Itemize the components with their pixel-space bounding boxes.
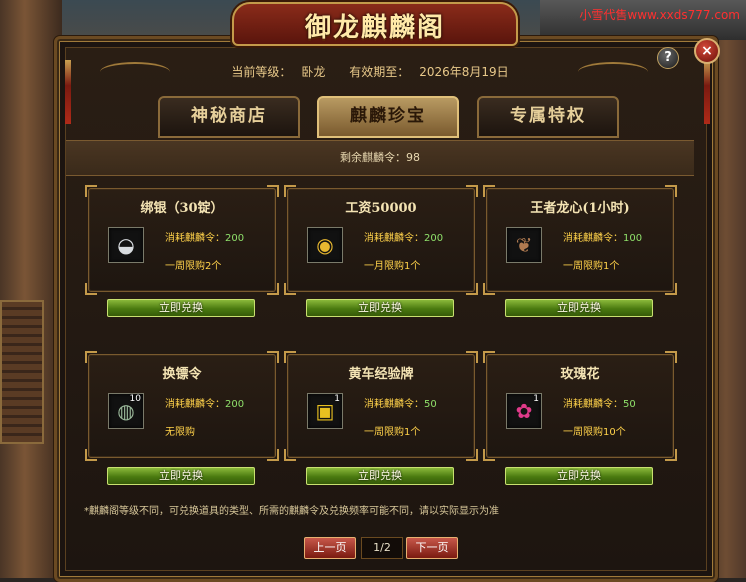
cost-value: 50 xyxy=(424,399,437,410)
redeem-button[interactable]: 立即兑换 xyxy=(306,467,454,485)
help-button[interactable]: ? xyxy=(657,47,679,69)
silver-ingot-icon[interactable]: ◒ xyxy=(108,227,144,263)
cost-value: 200 xyxy=(424,233,444,244)
cost-value: 200 xyxy=(225,233,245,244)
gold-coins-icon[interactable]: ◉ xyxy=(307,227,343,263)
item-quantity: 10 xyxy=(129,394,141,404)
close-button[interactable]: × xyxy=(694,38,720,64)
item-cost: 消耗麒麟令：200 xyxy=(165,395,244,410)
yellow-cart-icon[interactable]: ▣ 1 xyxy=(307,393,343,429)
item-limit: 无限购 xyxy=(165,427,195,438)
cost-value: 100 xyxy=(623,233,643,244)
item-cost: 消耗麒麟令：200 xyxy=(165,229,244,244)
title-plaque: 御龙麒麟阁 xyxy=(232,2,518,46)
level-label: 当前等级： xyxy=(231,65,292,79)
item-name: 换镖令 xyxy=(162,367,202,382)
item-cost: 消耗麒麟令：50 xyxy=(563,395,636,410)
prev-page-button[interactable]: 上一页 xyxy=(304,537,356,559)
item-card: 玫瑰花 ✿ 1 消耗麒麟令：50 一周限购10个 xyxy=(483,351,677,461)
membership-info: 当前等级： 卧龙 有效期至： 2026年8月19日 xyxy=(120,58,620,86)
redeem-button[interactable]: 立即兑换 xyxy=(505,467,653,485)
item-name: 工资50000 xyxy=(345,201,417,216)
item-cost: 消耗麒麟令：200 xyxy=(364,229,443,244)
tab-mystery-shop[interactable]: 神秘商店 xyxy=(158,96,300,138)
item-card: 绑银（30锭） ◒ 消耗麒麟令：200 一周限购2个 xyxy=(85,185,279,295)
page-indicator: 1/2 xyxy=(361,537,403,559)
item-name: 黄车经验牌 xyxy=(348,367,414,382)
item-name: 玫瑰花 xyxy=(560,367,600,382)
cost-value: 50 xyxy=(623,399,636,410)
tassel-left xyxy=(65,60,71,124)
redeem-button[interactable]: 立即兑换 xyxy=(306,299,454,317)
item-name: 王者龙心(1小时) xyxy=(530,201,630,216)
window-title: 御龙麒麟阁 xyxy=(304,13,445,43)
item-limit: 一月限购1个 xyxy=(364,261,421,272)
cost-label: 消耗麒麟令： xyxy=(563,233,623,244)
cost-label: 消耗麒麟令： xyxy=(165,399,225,410)
tassel-right xyxy=(704,60,710,124)
item-limit: 一周限购1个 xyxy=(563,261,620,272)
tab-exclusive-privileges[interactable]: 专属特权 xyxy=(477,96,619,138)
dragon-heart-icon[interactable]: ❦ xyxy=(506,227,542,263)
item-name: 绑银（30锭） xyxy=(140,201,224,216)
expiry-value: 2026年8月19日 xyxy=(419,65,509,79)
background-window-left xyxy=(0,300,44,444)
level-value: 卧龙 xyxy=(301,65,326,79)
tab-qilin-treasures[interactable]: 麒麟珍宝 xyxy=(317,96,459,138)
remaining-value: 98 xyxy=(406,151,420,164)
item-limit: 一周限购1个 xyxy=(364,427,421,438)
expiry-info: 有效期至： 2026年8月19日 xyxy=(344,65,513,79)
item-card: 黄车经验牌 ▣ 1 消耗麒麟令：50 一周限购1个 xyxy=(284,351,478,461)
watermark-text: 小雪代售www.xxds777.com xyxy=(579,8,740,22)
item-card: 工资50000 ◉ 消耗麒麟令：200 一月限购1个 xyxy=(284,185,478,295)
cost-label: 消耗麒麟令： xyxy=(364,399,424,410)
expiry-label: 有效期至： xyxy=(349,65,410,79)
escort-token-icon[interactable]: ◍ 10 xyxy=(108,393,144,429)
cost-value: 200 xyxy=(225,399,245,410)
item-limit: 一周限购10个 xyxy=(563,427,626,438)
redeem-button[interactable]: 立即兑换 xyxy=(107,299,255,317)
item-cost: 消耗麒麟令：100 xyxy=(563,229,642,244)
redeem-button[interactable]: 立即兑换 xyxy=(107,467,255,485)
rose-icon[interactable]: ✿ 1 xyxy=(506,393,542,429)
cost-label: 消耗麒麟令： xyxy=(364,233,424,244)
remaining-label: 剩余麒麟令： xyxy=(340,151,406,164)
item-quantity: 1 xyxy=(334,394,340,404)
disclaimer-note: *麒麟阁等级不同，可兑换道具的类型、所需的麒麟令及兑换频率可能不同，请以实际显示… xyxy=(84,506,499,517)
next-page-button[interactable]: 下一页 xyxy=(406,537,458,559)
remaining-tokens-bar: 剩余麒麟令：98 xyxy=(66,140,694,176)
redeem-button[interactable]: 立即兑换 xyxy=(505,299,653,317)
item-card: 换镖令 ◍ 10 消耗麒麟令：200 无限购 xyxy=(85,351,279,461)
item-cost: 消耗麒麟令：50 xyxy=(364,395,437,410)
cost-label: 消耗麒麟令： xyxy=(165,233,225,244)
item-limit: 一周限购2个 xyxy=(165,261,222,272)
item-quantity: 1 xyxy=(533,394,539,404)
cost-label: 消耗麒麟令： xyxy=(563,399,623,410)
background-building-left xyxy=(0,0,62,578)
level-info: 当前等级： 卧龙 xyxy=(226,65,330,79)
item-card: 王者龙心(1小时) ❦ 消耗麒麟令：100 一周限购1个 xyxy=(483,185,677,295)
